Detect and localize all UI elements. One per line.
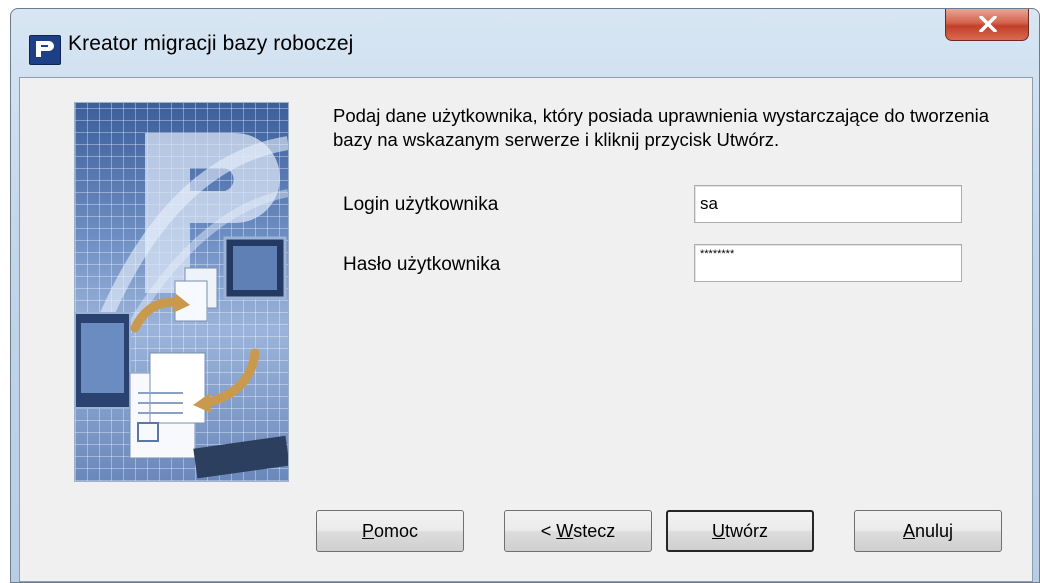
help-button[interactable]: Pomoc — [316, 510, 464, 552]
help-button-mnemonic: P — [361, 520, 374, 541]
password-label: Hasło użytkownika — [343, 254, 501, 275]
create-button-mnemonic: U — [711, 520, 725, 541]
login-label: Login użytkownika — [343, 194, 499, 215]
window-title: Kreator migracji bazy roboczej — [68, 32, 354, 55]
password-input[interactable]: ******** — [694, 244, 962, 282]
close-icon — [979, 16, 997, 32]
create-button[interactable]: Utwórz — [666, 510, 814, 552]
back-button-prefix: < — [540, 520, 557, 541]
create-button-label: twórz — [724, 520, 768, 541]
dialog-window: Kreator migracji bazy roboczej Podaj dan… — [10, 8, 1040, 583]
instruction-text: Podaj dane użytkownika, który posiada up… — [333, 105, 990, 150]
wizard-illustration — [74, 102, 289, 482]
cancel-button[interactable]: Anuluj — [854, 510, 1002, 552]
cancel-button-label: nuluj — [914, 520, 954, 541]
back-button[interactable]: < Wstecz — [504, 510, 652, 552]
title-bar[interactable]: Kreator migracji bazy roboczej — [11, 9, 1039, 77]
back-button-label: stecz — [573, 520, 616, 541]
app-logo-icon — [29, 35, 61, 65]
dialog-body: Podaj dane użytkownika, który posiada up… — [19, 77, 1033, 582]
close-button[interactable] — [945, 9, 1029, 41]
login-input[interactable] — [694, 185, 962, 223]
back-button-mnemonic: W — [556, 520, 574, 541]
cancel-button-mnemonic: A — [902, 520, 915, 541]
help-button-label: omoc — [374, 520, 419, 541]
